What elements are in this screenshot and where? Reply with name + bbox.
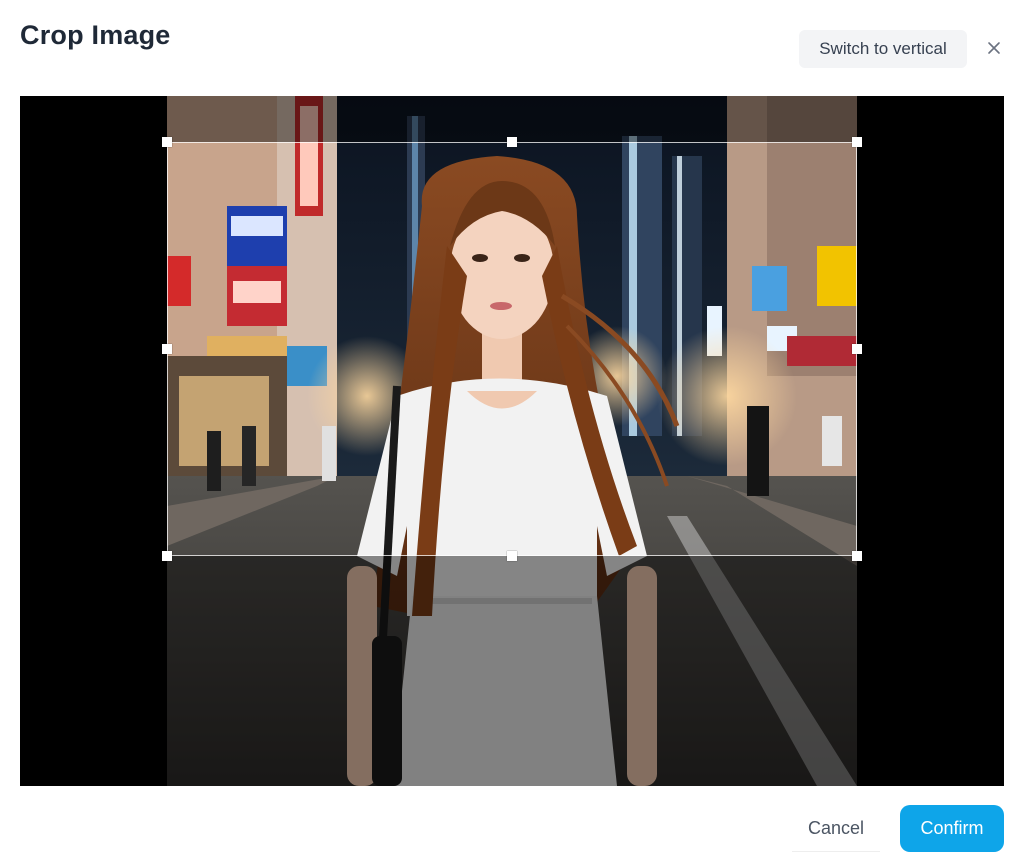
confirm-button[interactable]: Confirm — [900, 805, 1004, 852]
crop-handle-top-right[interactable] — [852, 137, 862, 147]
dialog-title: Crop Image — [20, 20, 171, 50]
crop-selection[interactable] — [162, 137, 862, 561]
crop-handle-bottom[interactable] — [507, 551, 517, 561]
crop-handle-bottom-left[interactable] — [162, 551, 172, 561]
close-button[interactable] — [982, 36, 1006, 60]
crop-handle-top[interactable] — [507, 137, 517, 147]
switch-orientation-button[interactable]: Switch to vertical — [799, 30, 967, 68]
close-icon — [988, 42, 1000, 54]
crop-handle-bottom-right[interactable] — [852, 551, 862, 561]
crop-handle-top-left[interactable] — [162, 137, 172, 147]
cancel-button[interactable]: Cancel — [792, 806, 880, 852]
crop-canvas[interactable] — [20, 96, 1004, 786]
crop-handle-right[interactable] — [852, 344, 862, 354]
crop-handle-left[interactable] — [162, 344, 172, 354]
crop-image-dialog: Crop Image Switch to vertical Cancel Con… — [0, 0, 1024, 864]
